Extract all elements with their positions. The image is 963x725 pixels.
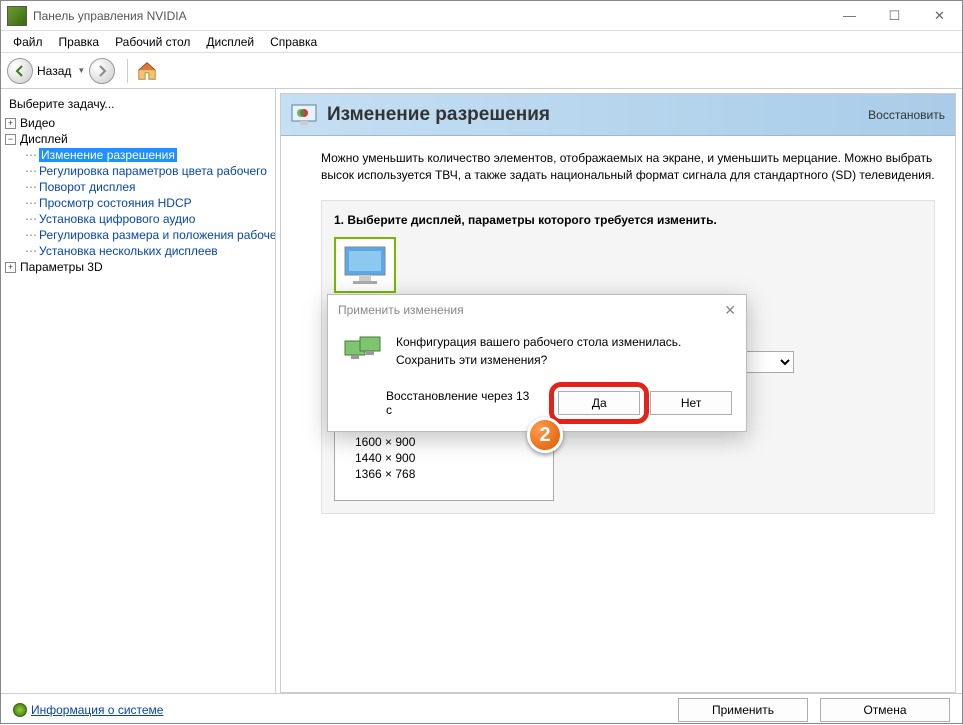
tree-item-color-settings[interactable]: ⋯Регулировка параметров цвета рабочего (1, 163, 275, 179)
tree-item-multiple-displays[interactable]: ⋯Установка нескольких дисплеев (1, 243, 275, 259)
cancel-button[interactable]: Отмена (820, 698, 950, 722)
task-sidebar: Выберите задачу... + Видео − Дисплей ⋯Из… (1, 89, 276, 693)
title-bar: Панель управления NVIDIA — ☐ ✕ (1, 1, 962, 31)
page-header: Изменение разрешения Восстановить (281, 94, 955, 136)
task-tree: + Видео − Дисплей ⋯Изменение разрешения … (1, 115, 275, 275)
system-info-link[interactable]: Информация о системе (13, 703, 163, 717)
tree-item-digital-audio[interactable]: ⋯Установка цифрового аудио (1, 211, 275, 227)
window-title: Панель управления NVIDIA (33, 9, 827, 23)
forward-arrow-icon (89, 58, 115, 84)
tree-item-rotate-display[interactable]: ⋯Поворот дисплея (1, 179, 275, 195)
menu-display[interactable]: Дисплей (198, 33, 262, 51)
menu-file[interactable]: Файл (5, 33, 51, 51)
dialog-title-bar: Применить изменения ✕ (328, 295, 746, 325)
list-item[interactable]: 1440 × 900 (335, 450, 553, 466)
menu-help[interactable]: Справка (262, 33, 325, 51)
sidebar-title: Выберите задачу... (1, 93, 275, 115)
list-item[interactable]: 1600 × 900 (335, 434, 553, 450)
apply-changes-dialog: Применить изменения ✕ Конфигурация вашег… (327, 294, 747, 432)
tree-item-video[interactable]: + Видео (1, 115, 275, 131)
dialog-countdown: Восстановление через 13 с (386, 389, 538, 417)
footer-bar: Информация о системе Применить Отмена (1, 693, 962, 725)
expand-icon[interactable]: + (5, 118, 16, 129)
apply-button[interactable]: Применить (678, 698, 808, 722)
home-icon (136, 60, 158, 82)
restore-link[interactable]: Восстановить (868, 108, 945, 122)
nvidia-orb-icon (13, 703, 27, 717)
tree-item-3d-settings[interactable]: + Параметры 3D (1, 259, 275, 275)
page-description: Можно уменьшить количество элементов, от… (321, 150, 935, 184)
callout-badge-2: 2 (527, 417, 563, 453)
collapse-icon[interactable]: − (5, 134, 16, 145)
dialog-text: Конфигурация вашего рабочего стола измен… (396, 333, 681, 369)
page-title: Изменение разрешения (327, 104, 868, 126)
chevron-down-icon[interactable]: ▼ (77, 66, 85, 75)
monitor-icon (343, 245, 387, 285)
tree-item-size-position[interactable]: ⋯Регулировка размера и положения рабоче (1, 227, 275, 243)
minimize-button[interactable]: — (827, 1, 872, 30)
menu-bar: Файл Правка Рабочий стол Дисплей Справка (1, 31, 962, 53)
home-button[interactable] (136, 57, 158, 85)
tree-item-hdcp-status[interactable]: ⋯Просмотр состояния HDCP (1, 195, 275, 211)
tree-item-display[interactable]: − Дисплей (1, 131, 275, 147)
toolbar: Назад ▼ (1, 53, 962, 89)
menu-desktop[interactable]: Рабочий стол (107, 33, 198, 51)
dialog-title: Применить изменения (338, 303, 464, 317)
close-button[interactable]: ✕ (917, 1, 962, 30)
back-label: Назад (37, 64, 71, 78)
list-item[interactable]: 1366 × 768 (335, 466, 553, 482)
section1-title: 1. Выберите дисплей, параметры которого … (334, 213, 922, 227)
monitor-thumbnail[interactable] (334, 237, 396, 293)
back-arrow-icon (7, 58, 33, 84)
expand-icon[interactable]: + (5, 262, 16, 273)
dialog-no-button[interactable]: Нет (650, 391, 732, 415)
dialog-yes-button[interactable]: Да (558, 391, 640, 415)
nvidia-app-icon (7, 6, 27, 26)
resolution-icon (291, 104, 317, 126)
tree-item-change-resolution[interactable]: ⋯Изменение разрешения (1, 147, 275, 163)
menu-edit[interactable]: Правка (51, 33, 108, 51)
maximize-button[interactable]: ☐ (872, 1, 917, 30)
dual-monitor-icon (344, 333, 382, 367)
nav-forward-button[interactable] (89, 57, 115, 85)
nav-back-button[interactable]: Назад ▼ (7, 57, 85, 85)
dialog-close-button[interactable]: ✕ (724, 302, 736, 319)
toolbar-separator (127, 59, 128, 83)
